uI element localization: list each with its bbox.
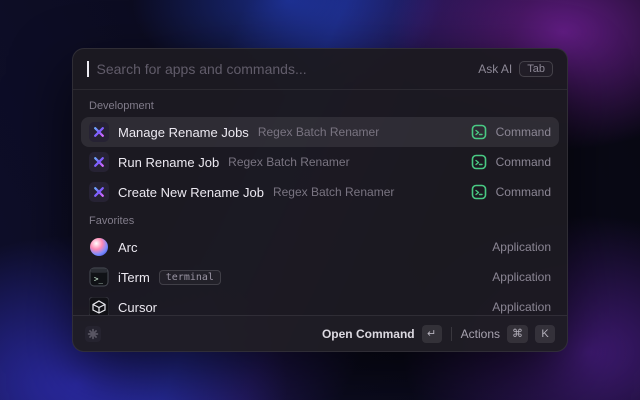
search-bar: Ask AI Tab bbox=[73, 49, 567, 89]
item-type: Command bbox=[495, 185, 551, 199]
item-title: iTerm bbox=[118, 269, 150, 285]
actions-button[interactable]: Actions ⌘ K bbox=[460, 324, 555, 343]
search-input[interactable] bbox=[96, 61, 471, 77]
pinwheel-extension-icon bbox=[89, 182, 109, 202]
desktop-wallpaper: { "launcher": { "search": { "placeholder… bbox=[0, 0, 640, 400]
item-type: Application bbox=[492, 240, 551, 254]
actions-label: Actions bbox=[460, 326, 500, 341]
open-command-label: Open Command bbox=[321, 326, 415, 341]
list-item-run-rename-job[interactable]: Run Rename Job Regex Batch Renamer Comma… bbox=[81, 147, 559, 177]
item-title: Create New Rename Job bbox=[118, 184, 264, 200]
section-title-development: Development bbox=[89, 100, 154, 112]
list-item-arc[interactable]: Arc Application bbox=[81, 232, 559, 262]
item-keyword-badge: terminal bbox=[158, 269, 221, 285]
item-subtitle: Regex Batch Renamer bbox=[257, 125, 380, 139]
cmd-key-badge: ⌘ bbox=[507, 324, 528, 343]
list-item-create-new-rename-job[interactable]: Create New Rename Job Regex Batch Rename… bbox=[81, 177, 559, 207]
ask-ai-label: Ask AI bbox=[478, 62, 513, 76]
item-title: Arc bbox=[118, 239, 138, 255]
footer-action-bar: Open Command ↵ Actions ⌘ K bbox=[73, 315, 567, 351]
section-title-favorites: Favorites bbox=[89, 215, 135, 227]
ask-ai-hint[interactable]: Ask AI Tab bbox=[478, 61, 553, 77]
launcher-window: Ask AI Tab Development Manage Rename Job… bbox=[72, 48, 568, 352]
terminal-green-icon bbox=[471, 124, 487, 140]
open-command-button[interactable]: Open Command ↵ bbox=[321, 324, 442, 343]
footer-separator bbox=[450, 326, 452, 341]
item-subtitle: Regex Batch Renamer bbox=[228, 155, 350, 169]
list-item-iterm[interactable]: >_ iTerm terminal Application bbox=[81, 262, 559, 292]
item-subtitle: Regex Batch Renamer bbox=[272, 185, 395, 199]
list-item-cursor[interactable]: Cursor Application bbox=[81, 292, 559, 315]
iterm-icon: >_ bbox=[89, 267, 109, 287]
item-type: Application bbox=[492, 270, 551, 284]
results-list: Development Manage Rename Jobs Regex Bat… bbox=[73, 90, 567, 315]
svg-text:>_: >_ bbox=[94, 275, 104, 284]
item-type: Command bbox=[495, 125, 551, 139]
item-type: Command bbox=[495, 155, 551, 169]
list-item-manage-rename-jobs[interactable]: Manage Rename Jobs Regex Batch Renamer C… bbox=[81, 117, 559, 147]
arc-browser-icon bbox=[89, 237, 109, 257]
k-key-badge: K bbox=[535, 324, 555, 343]
item-title: Cursor bbox=[118, 299, 158, 315]
terminal-green-icon bbox=[471, 154, 487, 170]
item-title: Manage Rename Jobs bbox=[118, 124, 249, 140]
pinwheel-extension-icon bbox=[89, 152, 109, 172]
enter-key-badge: ↵ bbox=[421, 324, 442, 343]
cursor-icon bbox=[89, 297, 109, 315]
pinwheel-extension-icon bbox=[89, 122, 109, 142]
terminal-green-icon bbox=[471, 184, 487, 200]
item-type: Application bbox=[492, 300, 551, 314]
tab-key-badge: Tab bbox=[519, 61, 553, 77]
text-caret bbox=[87, 61, 89, 77]
item-title: Run Rename Job bbox=[118, 154, 220, 170]
current-command-icon bbox=[85, 325, 101, 342]
